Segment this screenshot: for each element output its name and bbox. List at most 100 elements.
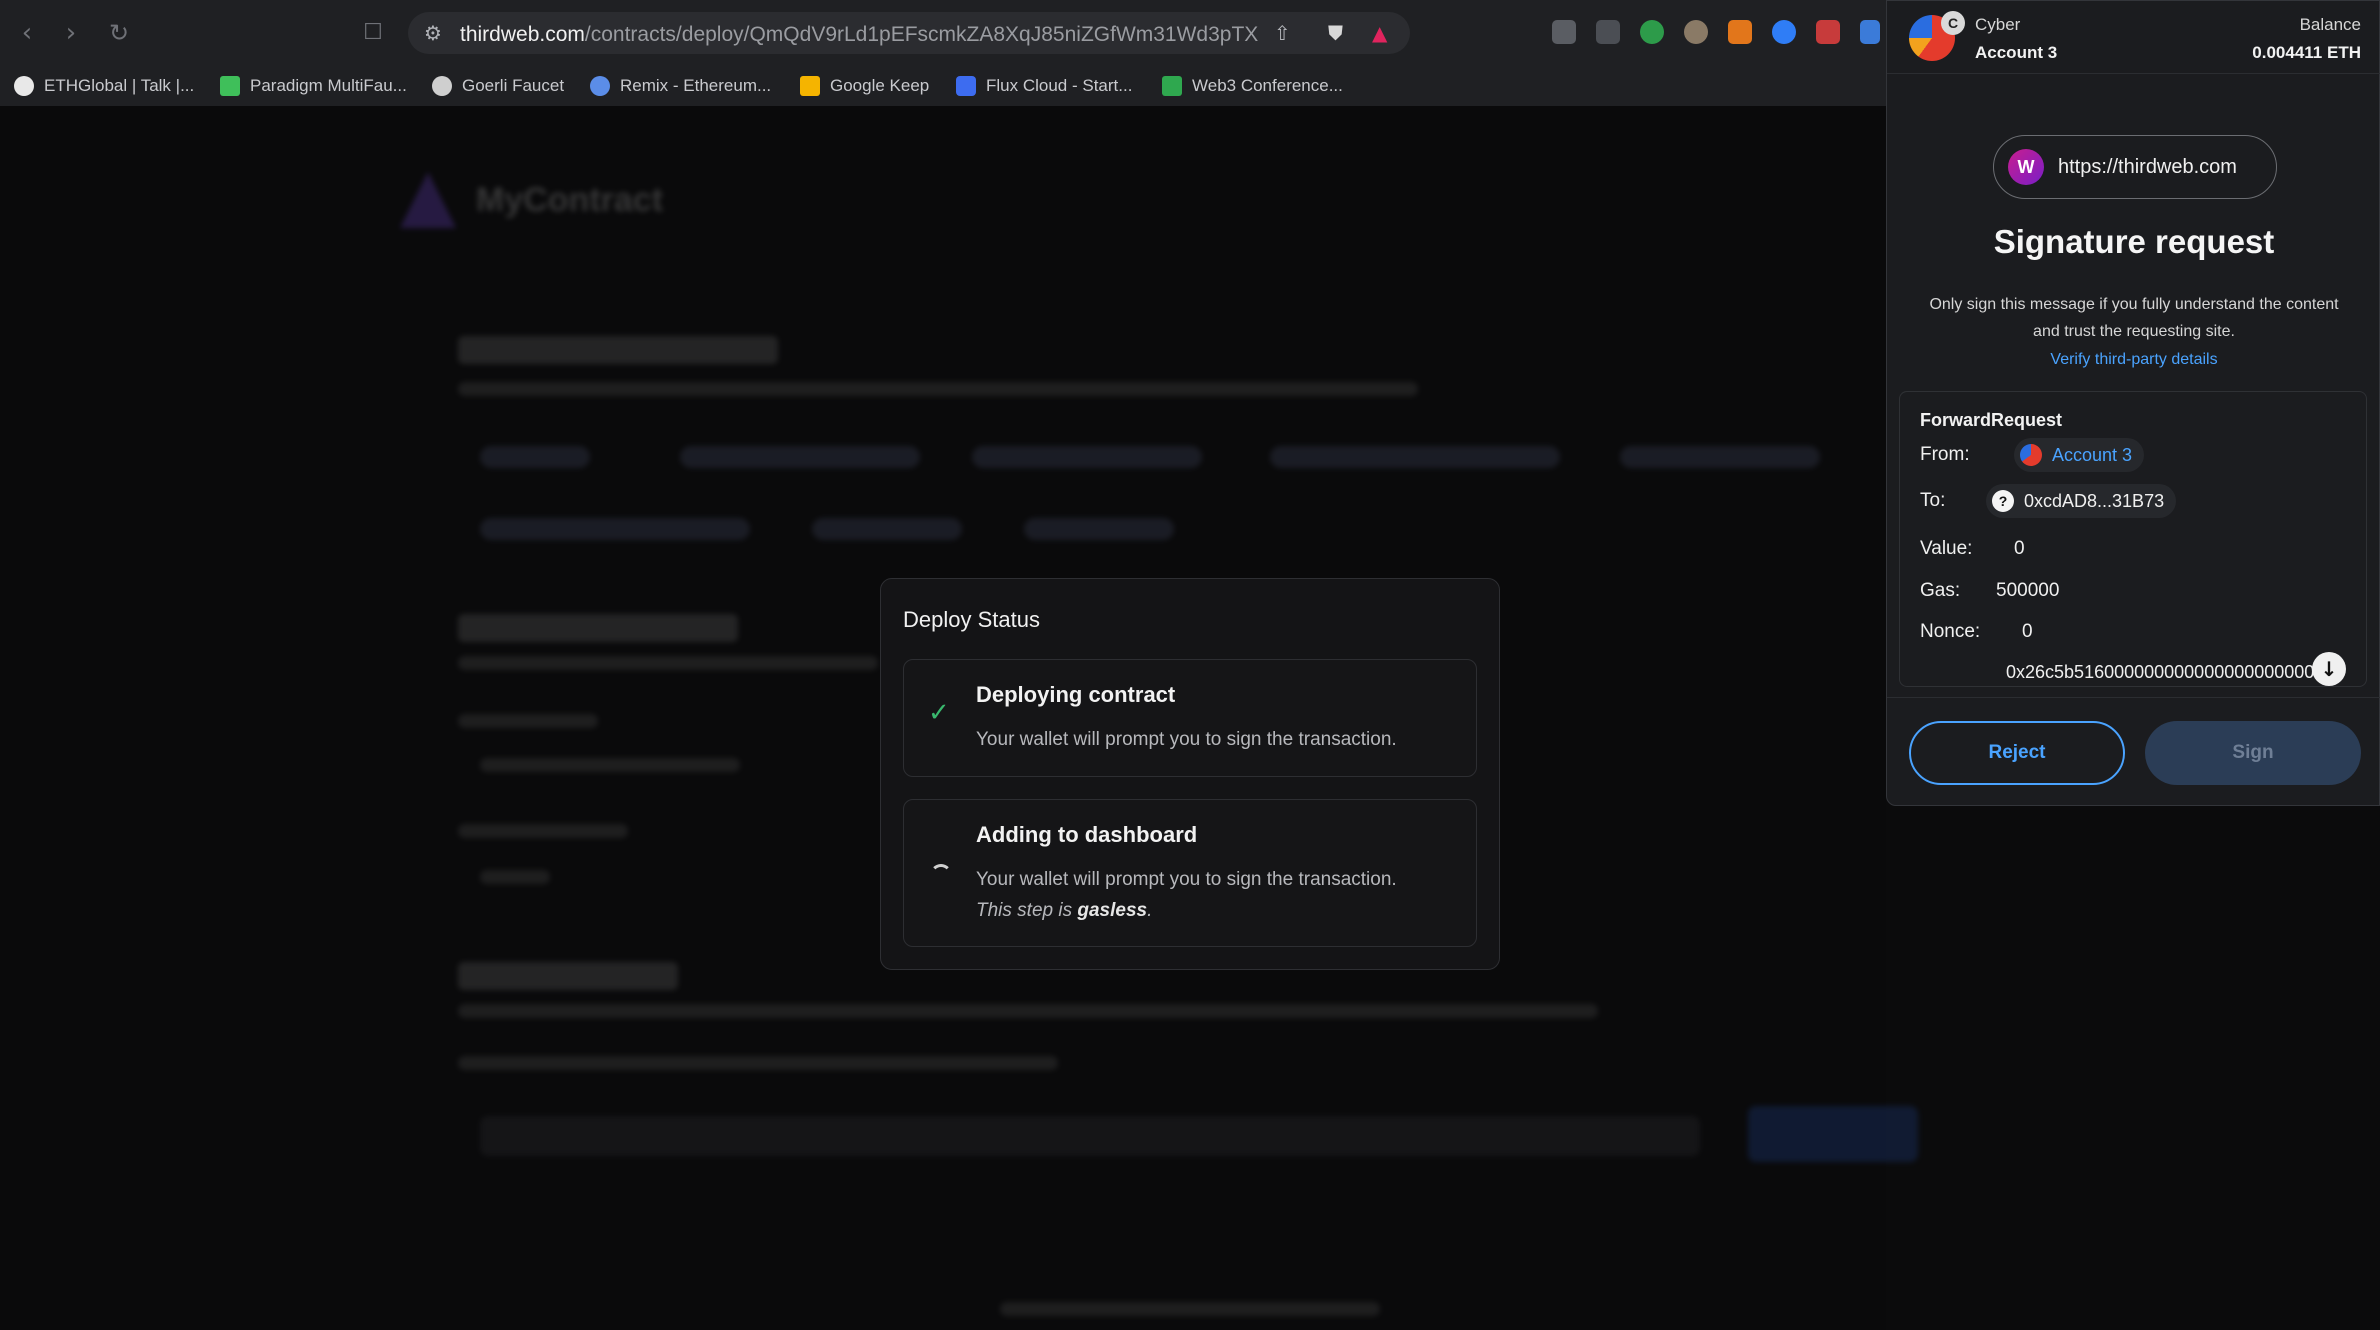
extension-icon[interactable]: [1860, 20, 1880, 44]
network-name: Cyber: [1975, 15, 2021, 34]
share-icon[interactable]: ⇧: [1274, 21, 1291, 45]
step-title: Adding to dashboard: [976, 822, 1198, 847]
placeholder-line: [480, 758, 740, 772]
sign-button[interactable]: Sign: [2145, 721, 2361, 785]
from-label: From:: [1920, 444, 1970, 465]
forward-icon[interactable]: ›: [56, 18, 86, 48]
placeholder-chip: [812, 518, 962, 540]
account-name: Account 3: [1975, 43, 2058, 62]
placeholder-line: [480, 870, 550, 884]
placeholder-button: [1748, 1106, 1918, 1162]
placeholder-heading: [458, 962, 678, 990]
to-label: To:: [1920, 490, 1946, 511]
placeholder-line: [458, 1004, 1598, 1018]
placeholder-heading: [458, 336, 778, 364]
back-icon[interactable]: ‹: [12, 18, 42, 48]
divider: [1887, 697, 2380, 698]
metamask-icon[interactable]: [1728, 20, 1752, 44]
placeholder-line: [1000, 1302, 1380, 1316]
bookmark-item[interactable]: Paradigm MultiFau...: [220, 66, 407, 106]
favicon-icon: [590, 76, 610, 96]
bookmark-item[interactable]: Flux Cloud - Start...: [956, 66, 1132, 106]
bookmark-item[interactable]: ETHGlobal | Talk |...: [14, 66, 194, 106]
gas-label: Gas:: [1920, 580, 1961, 601]
favicon-icon: [14, 76, 34, 96]
nonce-label: Nonce:: [1920, 621, 1981, 642]
placeholder-line: [458, 824, 628, 838]
check-icon: ✓: [928, 698, 950, 728]
modal-title: Deploy Status: [903, 607, 1040, 632]
placeholder-line: [458, 1056, 1058, 1070]
favicon-icon: [800, 76, 820, 96]
bookmark-item[interactable]: Web3 Conference...: [1162, 66, 1343, 106]
value-amount: 0: [2014, 538, 2025, 559]
value-label: Value:: [1920, 538, 1973, 559]
spinner-icon: [930, 864, 952, 886]
bookmarks-bar: ETHGlobal | Talk |... Paradigm MultiFau.…: [0, 66, 1886, 106]
wallet-signature-popup: C Cyber Account 3 Balance 0.004411 ETH W…: [1886, 0, 2380, 806]
step-title: Deploying contract: [976, 682, 1176, 707]
placeholder-chip: [1270, 446, 1560, 468]
message-details[interactable]: ForwardRequest From: Account 3 To: ? 0xcd…: [1899, 391, 2367, 687]
deploy-status-modal: Deploy Status ✓ Deploying contract Your …: [880, 578, 1500, 970]
placeholder-chip: [480, 446, 590, 468]
message-type: ForwardRequest: [1920, 410, 2063, 430]
placeholder-chip: [480, 518, 750, 540]
from-address-chip[interactable]: Account 3: [2014, 438, 2145, 472]
step-deploying-contract: ✓ Deploying contract Your wallet will pr…: [903, 659, 1477, 777]
gasless-note: This step is gasless.: [976, 900, 1153, 921]
bookmark-item[interactable]: Google Keep: [800, 66, 929, 106]
extension-icon[interactable]: [1596, 20, 1620, 44]
placeholder-line: [458, 656, 878, 670]
bookmark-item[interactable]: Goerli Faucet: [432, 66, 564, 106]
favicon-icon: [432, 76, 452, 96]
contract-header: MyContract: [400, 172, 663, 228]
extension-icon[interactable]: [1552, 20, 1576, 44]
balance-value: 0.004411 ETH: [2252, 43, 2361, 62]
placeholder-chip: [680, 446, 920, 468]
step-description: Your wallet will prompt you to sign the …: [976, 864, 1397, 926]
favicon-icon: [1162, 76, 1182, 96]
placeholder-line: [458, 714, 598, 728]
favicon-icon: [220, 76, 240, 96]
placeholder-heading: [458, 614, 738, 642]
site-logo-icon: W: [2008, 149, 2044, 185]
to-address-chip[interactable]: ? 0xcdAD8...31B73: [1986, 484, 2177, 518]
signature-warning: Only sign this message if you fully unde…: [1929, 296, 2339, 340]
address-bar[interactable]: ⚙ thirdweb.com/contracts/deploy/QmQdV9rL…: [408, 12, 1410, 54]
origin-url: https://thirdweb.com: [2058, 155, 2237, 178]
data-hex: 0x26c5b516000000000000000000000000: [2006, 662, 2345, 682]
extension-icon[interactable]: [1772, 20, 1796, 44]
bookmark-icon[interactable]: ☐: [358, 18, 388, 48]
network-badge-icon: C: [1941, 11, 1965, 35]
step-adding-to-dashboard: Adding to dashboard Your wallet will pro…: [903, 799, 1477, 947]
placeholder-chip: [1620, 446, 1820, 468]
bookmark-item[interactable]: Remix - Ethereum...: [590, 66, 771, 106]
nonce-value: 0: [2022, 621, 2033, 642]
extension-icon[interactable]: [1816, 20, 1840, 44]
extension-icon[interactable]: [1684, 20, 1708, 44]
url-text[interactable]: thirdweb.com/contracts/deploy/QmQdV9rLd1…: [460, 23, 1260, 47]
reject-button[interactable]: Reject: [1909, 721, 2125, 785]
thirdweb-logo-icon: [400, 172, 456, 228]
brave-shield-icon[interactable]: ⛊: [1328, 21, 1343, 45]
request-origin: W https://thirdweb.com: [1993, 135, 2277, 199]
scroll-down-icon[interactable]: ↓: [2312, 652, 2346, 686]
brave-rewards-icon[interactable]: ▲: [1372, 21, 1387, 45]
placeholder-chip: [1024, 518, 1174, 540]
balance-label: Balance: [2299, 15, 2361, 34]
account-avatar-icon: [2020, 444, 2042, 466]
placeholder-line: [458, 382, 1418, 396]
placeholder-chip: [972, 446, 1202, 468]
reload-icon[interactable]: ↻: [104, 18, 134, 48]
divider: [1887, 73, 2380, 74]
extension-icon[interactable]: [1640, 20, 1664, 44]
step-description: Your wallet will prompt you to sign the …: [976, 729, 1397, 750]
favicon-icon: [956, 76, 976, 96]
gas-amount: 500000: [1996, 580, 2060, 601]
question-icon: ?: [1992, 490, 2014, 512]
site-settings-icon[interactable]: ⚙: [424, 21, 442, 45]
placeholder-input: [480, 1116, 1700, 1156]
signature-title: Signature request: [1993, 223, 2275, 260]
verify-details-link[interactable]: Verify third-party details: [1887, 351, 2380, 369]
